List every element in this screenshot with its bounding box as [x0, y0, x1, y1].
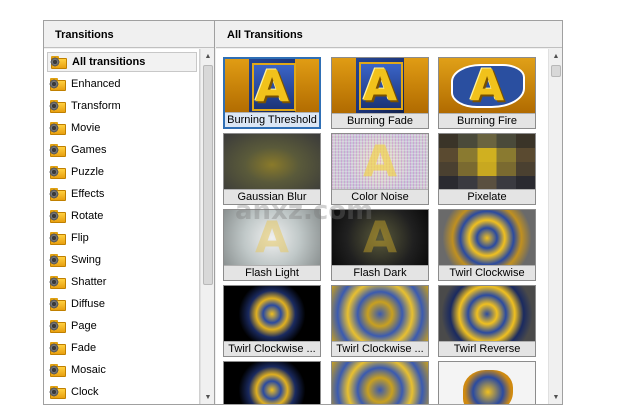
folder-gear-icon [49, 121, 66, 135]
folder-gear-icon [49, 363, 66, 377]
transition-preview-image: A [332, 134, 428, 190]
transition-thumb-gaussian-blur[interactable]: Gaussian Blur [223, 133, 321, 205]
folder-gear-icon [49, 209, 66, 223]
scrollbar-thumb[interactable] [551, 65, 561, 77]
category-label: Effects [71, 188, 105, 200]
scrollbar-thumb[interactable] [203, 65, 213, 285]
category-item-page[interactable]: Page [47, 316, 197, 336]
transition-label: Burning Threshold [225, 112, 319, 127]
folder-gear-icon [49, 297, 66, 311]
transition-thumb-twirl-clockwise[interactable]: Twirl Clockwise [438, 209, 536, 281]
scroll-down-arrow-icon[interactable]: ▼ [549, 390, 563, 404]
transition-label: Twirl Clockwise ... [224, 341, 320, 356]
scroll-up-arrow-icon[interactable]: ▲ [201, 49, 215, 63]
transition-thumb-pixelate[interactable]: Pixelate [438, 133, 536, 205]
folder-gear-icon [49, 341, 66, 355]
transition-thumb-burning-fire[interactable]: A Burning Fire [438, 57, 536, 129]
transition-preview-image: A [225, 59, 319, 115]
category-label: Movie [71, 122, 101, 134]
category-panel-title: Transitions [44, 21, 214, 48]
category-label: Flip [71, 232, 89, 244]
transition-thumb-burning-fade[interactable]: A Burning Fade [331, 57, 429, 129]
category-item-all-transitions[interactable]: All transitions [47, 52, 197, 72]
category-item-mosaic[interactable]: Mosaic [47, 360, 197, 380]
transition-label: Burning Fade [332, 113, 428, 128]
transition-thumb-row5-2[interactable] [331, 361, 429, 404]
folder-gear-icon [49, 319, 66, 333]
folder-gear-icon [49, 165, 66, 179]
transition-preview-image [439, 362, 535, 404]
category-label: Shatter [71, 276, 107, 288]
transition-thumb-row5-3[interactable] [438, 361, 536, 404]
category-item-transform[interactable]: Transform [47, 96, 197, 116]
transition-preview-image [332, 362, 428, 404]
folder-gear-icon [49, 253, 66, 267]
category-item-swing[interactable]: Swing [47, 250, 197, 270]
category-label: All transitions [72, 56, 146, 68]
category-label: Mosaic [71, 364, 106, 376]
transition-preview-image [439, 134, 535, 190]
category-label: Swing [71, 254, 101, 266]
folder-gear-icon [49, 187, 66, 201]
category-label: Enhanced [71, 78, 121, 90]
transition-label: Flash Light [224, 265, 320, 280]
category-label: Diffuse [71, 298, 106, 310]
category-label: Games [71, 144, 107, 156]
scroll-down-arrow-icon[interactable]: ▼ [201, 390, 215, 404]
folder-gear-icon [49, 231, 66, 245]
folder-gear-icon [49, 385, 66, 399]
transition-thumb-color-noise[interactable]: A Color Noise [331, 133, 429, 205]
category-item-movie[interactable]: Movie [47, 118, 197, 138]
transition-label: Twirl Clockwise ... [332, 341, 428, 356]
category-label: Fade [71, 342, 97, 354]
transition-label: Flash Dark [332, 265, 428, 280]
transition-preview-image: A [439, 58, 535, 114]
category-item-games[interactable]: Games [47, 140, 197, 160]
category-label: Rotate [71, 210, 104, 222]
transitions-gallery: A Burning Threshold A Burning Fade A Bur… [216, 49, 548, 404]
category-item-flip[interactable]: Flip [47, 228, 197, 248]
transition-preview-image [439, 210, 535, 266]
transition-thumb-burning-threshold[interactable]: A Burning Threshold [223, 57, 321, 129]
transition-label: Twirl Reverse [439, 341, 535, 356]
category-list-scrollbar[interactable]: ▲ ▼ [200, 49, 214, 404]
transition-label: Pixelate [439, 189, 535, 204]
gallery-scrollbar[interactable]: ▲ ▼ [548, 49, 562, 404]
transition-preview-image [332, 286, 428, 342]
category-list: All transitions Enhanced Transform Movie… [44, 49, 200, 404]
category-item-clock[interactable]: Clock [47, 382, 197, 402]
category-label: Puzzle [71, 166, 105, 178]
category-item-diffuse[interactable]: Diffuse [47, 294, 197, 314]
gallery-panel-title: All Transitions [216, 21, 562, 48]
transition-preview-image [439, 286, 535, 342]
category-item-fade[interactable]: Fade [47, 338, 197, 358]
transition-thumb-row5-1[interactable] [223, 361, 321, 404]
folder-gear-icon [49, 143, 66, 157]
transition-preview-image [224, 286, 320, 342]
transition-thumb-twirl-clockwise-2[interactable]: Twirl Clockwise ... [223, 285, 321, 357]
transition-label: Burning Fire [439, 113, 535, 128]
category-label: Clock [71, 386, 99, 398]
folder-gear-icon [50, 55, 67, 69]
category-item-puzzle[interactable]: Puzzle [47, 162, 197, 182]
transition-thumb-twirl-clockwise-3[interactable]: Twirl Clockwise ... [331, 285, 429, 357]
transition-preview-image [224, 134, 320, 190]
category-item-effects[interactable]: Effects [47, 184, 197, 204]
transition-preview-image: A [332, 58, 428, 114]
transition-preview-image [224, 362, 320, 404]
category-item-enhanced[interactable]: Enhanced [47, 74, 197, 94]
transitions-category-panel: Transitions All transitions Enhanced Tra… [44, 21, 215, 404]
watermark: anxz.com [235, 196, 374, 226]
folder-gear-icon [49, 99, 66, 113]
category-item-shatter[interactable]: Shatter [47, 272, 197, 292]
scroll-up-arrow-icon[interactable]: ▲ [549, 49, 563, 63]
transition-thumb-twirl-reverse[interactable]: Twirl Reverse [438, 285, 536, 357]
folder-gear-icon [49, 77, 66, 91]
folder-gear-icon [49, 275, 66, 289]
category-label: Page [71, 320, 97, 332]
transition-label: Twirl Clockwise [439, 265, 535, 280]
category-item-rotate[interactable]: Rotate [47, 206, 197, 226]
category-label: Transform [71, 100, 121, 112]
